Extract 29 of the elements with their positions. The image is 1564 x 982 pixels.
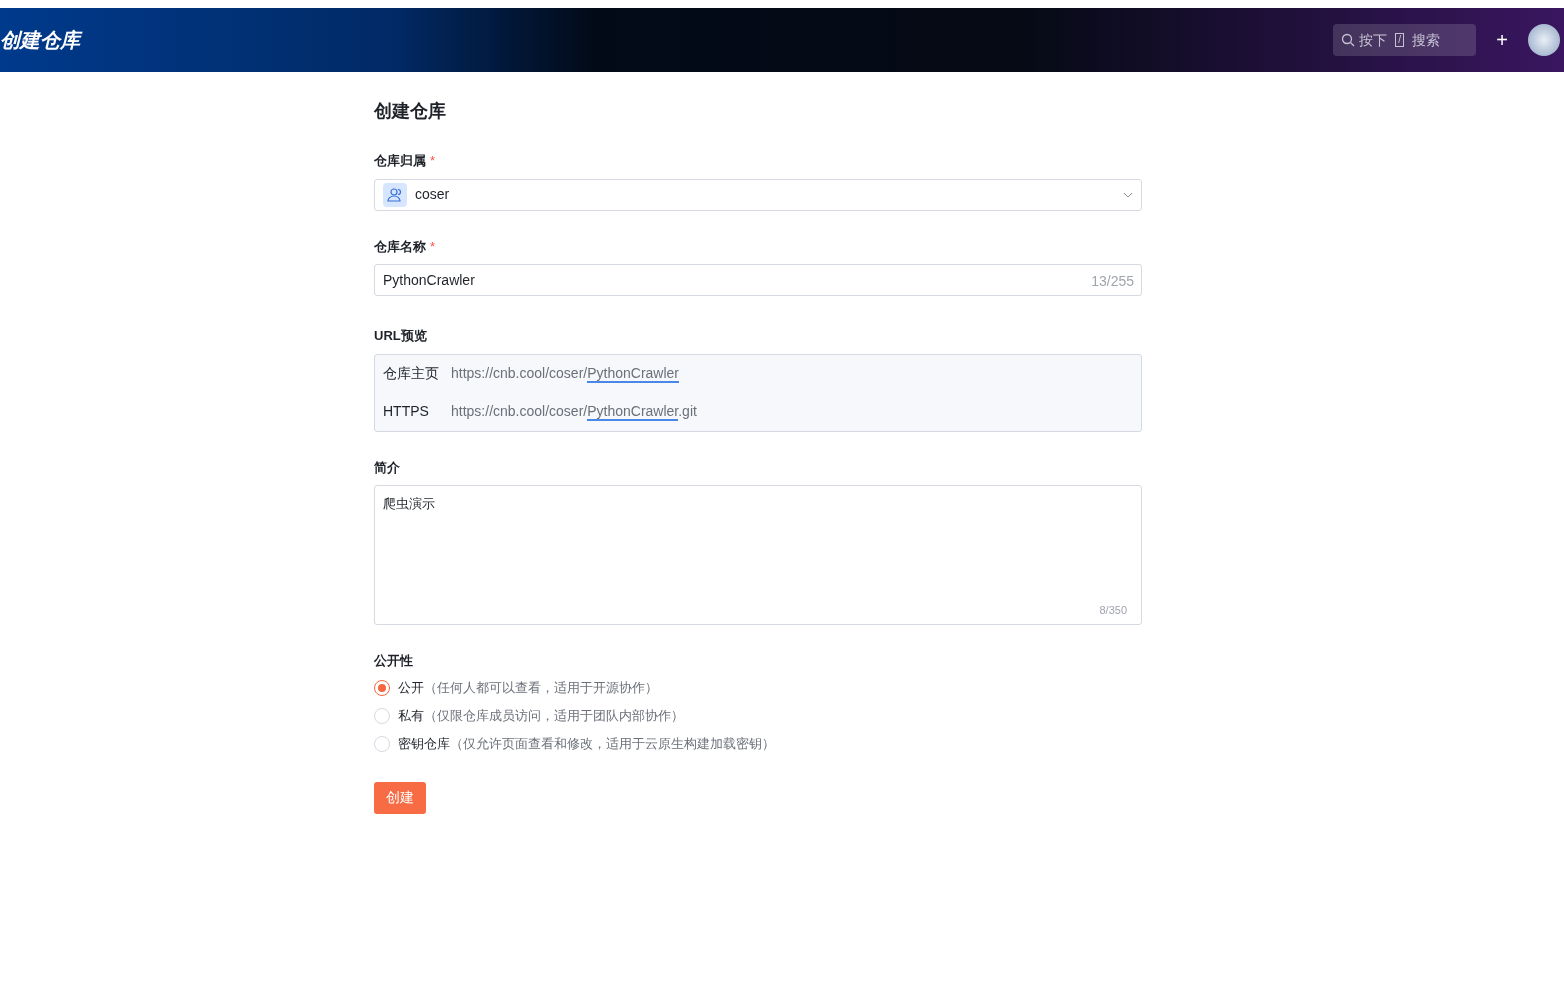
option-label: 公开 <box>398 679 424 698</box>
char-counter: 13/255 <box>1091 272 1134 291</box>
chevron-down-icon <box>1123 191 1133 198</box>
option-label: 密钥仓库 <box>398 735 450 754</box>
field-label: 仓库归属 <box>374 152 426 170</box>
search-icon <box>1341 33 1356 47</box>
description-textarea[interactable]: 爬虫演示 8/350 <box>374 485 1142 625</box>
url-text: https://cnb.cool/coser/PythonCrawler <box>451 364 679 384</box>
url-label: HTTPS <box>383 402 430 421</box>
url-label: 仓库主页 <box>383 364 440 383</box>
field-label: URL预览 <box>374 327 427 345</box>
shortcut-key: / <box>1395 33 1405 47</box>
group-icon <box>383 182 407 207</box>
field-label: 仓库名称 <box>374 237 426 256</box>
option-label: 私有 <box>398 707 424 726</box>
option-hint: （仅限仓库成员访问，适用于团队内部协作） <box>424 707 684 726</box>
required-mark: * <box>430 152 436 170</box>
field-label: 公开性 <box>374 652 413 670</box>
url-text: https://cnb.cool/coser/PythonCrawler.git <box>451 402 697 422</box>
user-avatar[interactable] <box>1528 24 1560 56</box>
option-hint: （任何人都可以查看，适用于开源协作） <box>424 679 658 698</box>
page-title: 创建仓库 <box>374 100 447 123</box>
add-button[interactable]: + <box>1492 30 1512 50</box>
option-hint: （仅允许页面查看和修改，适用于云原生构建加载密钥） <box>450 735 775 754</box>
char-counter: 8/350 <box>1099 602 1127 618</box>
search-button[interactable]: 按下 / 搜索 <box>1333 24 1477 56</box>
owner-select[interactable]: coser <box>374 178 1142 211</box>
required-mark: * <box>430 237 436 256</box>
field-label: 简介 <box>374 458 400 477</box>
